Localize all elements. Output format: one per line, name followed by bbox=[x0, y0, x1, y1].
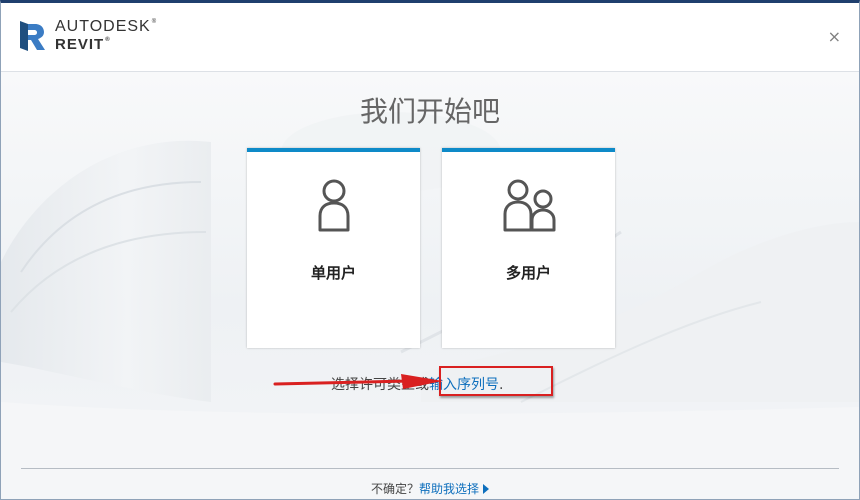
annotation-highlight-box bbox=[439, 366, 553, 396]
close-icon[interactable]: × bbox=[828, 29, 841, 45]
background-roll-illustration bbox=[1, 112, 859, 499]
single-user-label: 单用户 bbox=[310, 264, 356, 282]
triangle-right-icon[interactable] bbox=[483, 483, 490, 494]
single-user-card[interactable]: 单用户 bbox=[247, 148, 420, 348]
footer-help: 不确定？帮助我选择 bbox=[1, 480, 859, 497]
multi-user-icon bbox=[503, 179, 556, 232]
dialog-header: AUTODESK® REVIT® × bbox=[1, 3, 859, 72]
multi-user-label: 多用户 bbox=[505, 264, 551, 282]
trademark-mark: ® bbox=[105, 37, 111, 43]
page-title: 我们开始吧 bbox=[359, 95, 500, 128]
footer-divider bbox=[21, 468, 839, 469]
multi-user-card[interactable]: 多用户 bbox=[442, 148, 615, 348]
trademark-mark: ® bbox=[151, 19, 158, 25]
brand-wordmark: AUTODESK® REVIT® bbox=[55, 18, 158, 53]
help-me-choose-link[interactable]: 帮助我选择 bbox=[419, 482, 479, 496]
dialog-content: 我们开始吧 单用户 多用户 选择许可类型或输入序列号. 不确定？帮助我选择 bbox=[1, 72, 859, 499]
dialog-window: AUTODESK® REVIT® × 我们开始吧 单用户 多用户 选择许可类型或… bbox=[0, 0, 860, 500]
not-sure-text: 不确定？ bbox=[370, 482, 419, 496]
annotation-arrow-icon bbox=[273, 374, 443, 389]
brand-revit: REVIT bbox=[55, 36, 105, 53]
single-user-icon bbox=[318, 179, 350, 232]
brand-autodesk: AUTODESK bbox=[55, 18, 151, 35]
revit-logo-icon bbox=[20, 21, 45, 51]
